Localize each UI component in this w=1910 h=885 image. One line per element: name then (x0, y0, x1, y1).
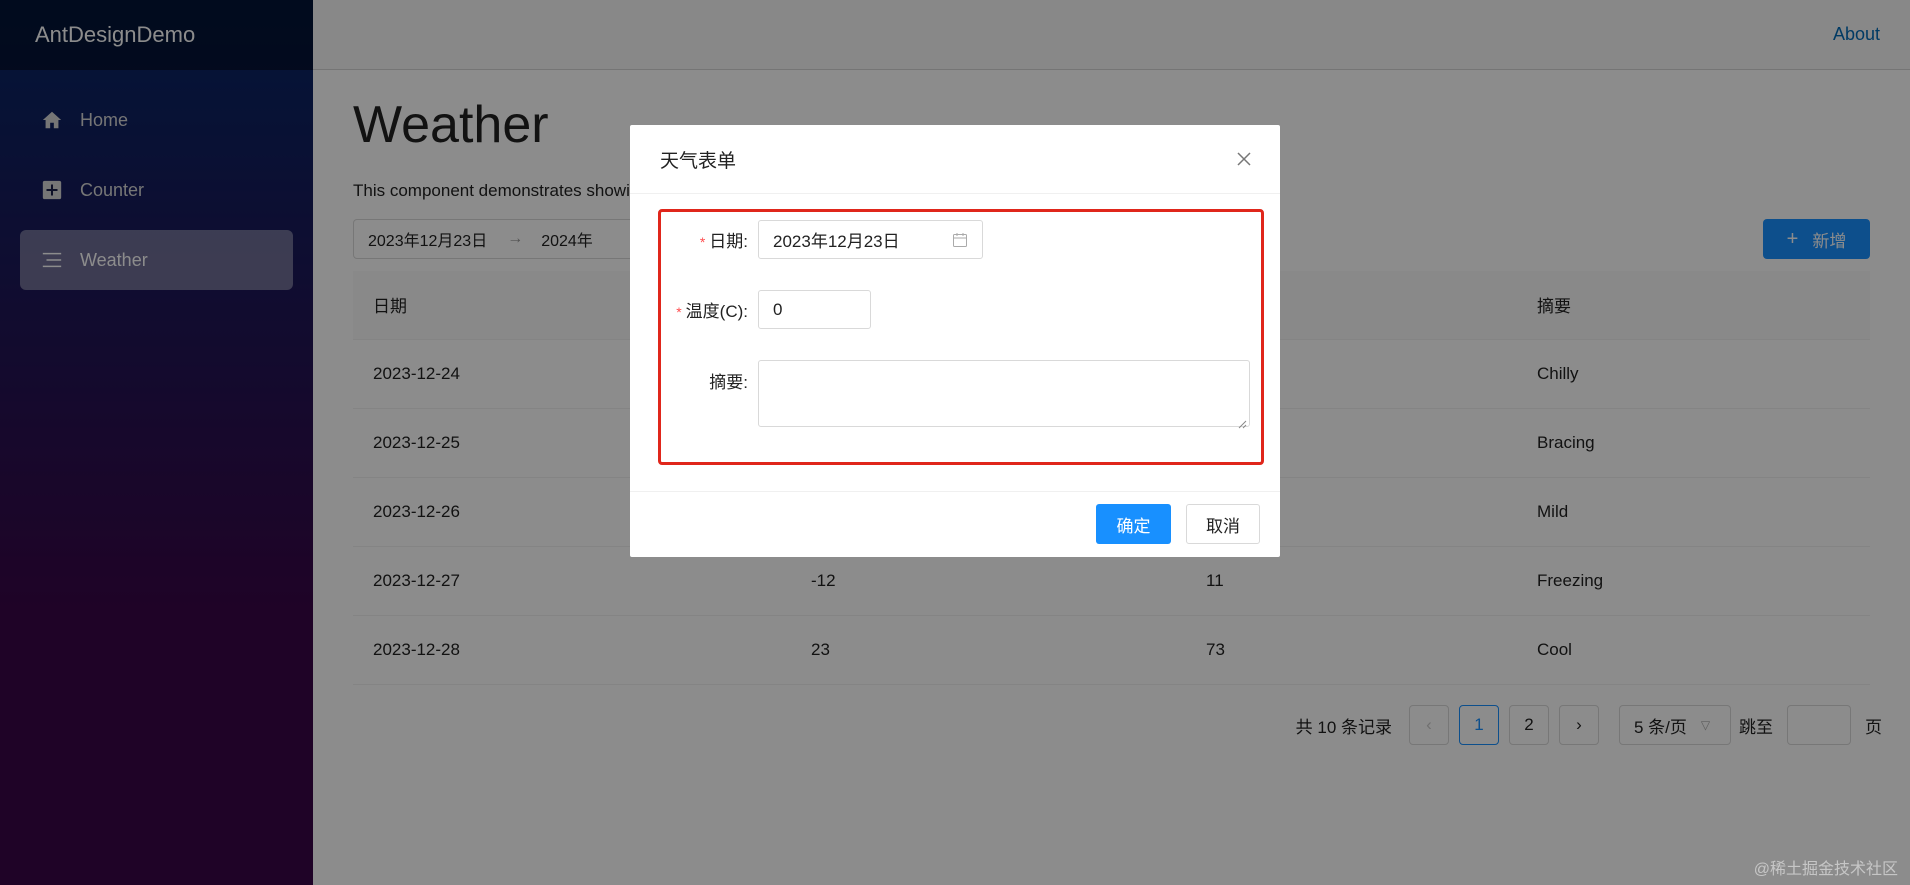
cancel-button[interactable]: 取消 (1186, 504, 1260, 544)
highlight-box (658, 209, 1264, 465)
weather-form-modal: 天气表单 * 日期: 2023年12月23日 * 温度(C): 0 摘要: 确定… (630, 125, 1280, 557)
watermark: @稀土掘金技术社区 (1753, 861, 1898, 878)
modal-footer: 确定 取消 (630, 491, 1280, 557)
ok-button[interactable]: 确定 (1096, 504, 1171, 544)
close-icon[interactable] (1232, 147, 1256, 171)
modal-title: 天气表单 (660, 150, 737, 172)
modal-header: 天气表单 (630, 125, 1280, 194)
